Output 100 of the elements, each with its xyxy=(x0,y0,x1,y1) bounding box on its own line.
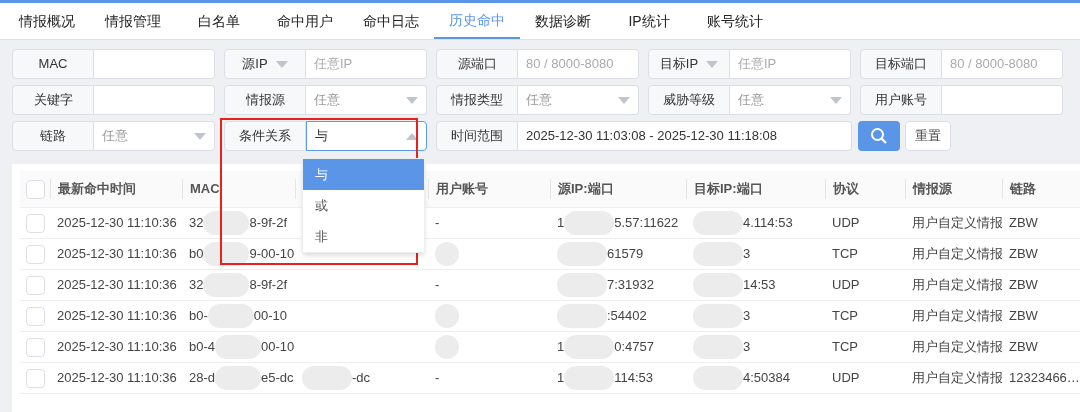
filter-label: 关键字 xyxy=(33,91,73,110)
input-field[interactable]: 80 / 8000-8080 xyxy=(942,49,1063,79)
table-cell-text: 4.114:53 xyxy=(743,214,793,233)
table-cell-text: 2025-12-30 11:10:36 xyxy=(57,214,177,233)
table-cell-text: 用户自定义情报 xyxy=(912,369,1002,388)
input-field[interactable] xyxy=(942,85,1063,115)
filter-label: 目标端口 xyxy=(875,55,927,74)
row-checkbox[interactable] xyxy=(25,244,45,264)
table-cell-text: 9-00-10 xyxy=(249,245,295,264)
table-cell-text: 5.57:11622 xyxy=(614,214,679,233)
table-cell-text: ZBW xyxy=(1009,214,1038,233)
caret-icon xyxy=(194,132,206,140)
table-cell-text: 2025-12-30 11:10:36 xyxy=(57,276,177,295)
caret-icon xyxy=(406,132,418,140)
filter-label: MAC xyxy=(38,55,68,74)
column-header: 用户账号 xyxy=(436,180,488,199)
row-checkbox[interactable] xyxy=(25,337,45,357)
input-field[interactable]: 80 / 8000-8080 xyxy=(518,49,639,79)
filter-label: 源IP xyxy=(242,55,268,74)
reset-button[interactable]: 重置 xyxy=(905,121,951,151)
table-cell-text: 61579 xyxy=(607,245,644,264)
select-field[interactable]: 与 xyxy=(306,121,427,151)
table-cell-text: 4:50384 xyxy=(743,369,790,388)
caret-icon xyxy=(706,60,719,68)
table-cell-text: 3 xyxy=(743,245,751,264)
date-range-field[interactable]: 2025-12-30 11:03:08 - 2025-12-30 11:18:08 xyxy=(518,121,852,151)
table-cell-text: ZBW xyxy=(1009,338,1038,357)
tab[interactable]: 白名单 xyxy=(176,3,262,39)
column-header: 情报源 xyxy=(913,180,952,199)
table-cell-text: b0 xyxy=(189,245,204,264)
row-checkbox[interactable] xyxy=(25,368,45,388)
table-cell-text: 用户自定义情报 xyxy=(912,338,1002,357)
table-cell-text: ZBW xyxy=(1009,307,1038,326)
table-cell-text: 1 xyxy=(557,369,565,388)
redaction-blur xyxy=(203,211,250,235)
table-cell-text: 7:31932 xyxy=(607,276,654,295)
search-icon xyxy=(870,127,888,145)
table-cell-text: 114:53 xyxy=(614,369,654,388)
select-all-checkbox[interactable] xyxy=(25,179,45,199)
tab[interactable]: 账号统计 xyxy=(692,3,778,39)
column-header: MAC xyxy=(190,180,220,199)
table-cell-text: 2025-12-30 11:10:36 xyxy=(57,307,177,326)
filter-label: 条件关系 xyxy=(239,127,291,146)
table-cell-text: - xyxy=(435,369,440,388)
table-cell-text: 用户自定义情报 xyxy=(912,276,1002,295)
row-checkbox[interactable] xyxy=(25,213,45,233)
caret-icon xyxy=(275,60,288,68)
column-header: 目标IP:端口 xyxy=(694,180,763,199)
input-field[interactable]: 任意IP xyxy=(730,49,851,79)
table-cell-text: 用户自定义情报 xyxy=(912,214,1002,233)
search-button[interactable] xyxy=(858,121,900,151)
filter-label: 目标IP xyxy=(659,55,699,74)
row-checkbox[interactable] xyxy=(25,306,45,326)
table-cell-text: UDP xyxy=(832,276,860,295)
table-cell-text: UDP xyxy=(832,369,860,388)
tab[interactable]: 命中日志 xyxy=(348,3,434,39)
filter-label: 时间范围 xyxy=(451,127,503,146)
table-cell-text: 28-d xyxy=(189,369,216,388)
tab[interactable]: 情报概况 xyxy=(4,3,90,39)
table-cell-text: 0:4757 xyxy=(614,338,654,357)
input-field[interactable] xyxy=(94,49,215,79)
table-cell-text: 3 xyxy=(743,307,751,326)
table-cell-text: 00-10 xyxy=(261,338,295,357)
tab[interactable]: 命中用户 xyxy=(262,3,348,39)
table-cell-text: 32 xyxy=(189,276,204,295)
dropdown-option[interactable]: 非 xyxy=(303,221,424,252)
table-cell-text: 12323466… xyxy=(1009,369,1080,388)
table-cell-text: 2025-12-30 11:10:36 xyxy=(57,338,177,357)
tab[interactable]: 情报管理 xyxy=(90,3,176,39)
filter-label: 威胁等级 xyxy=(663,91,715,110)
table-cell-text: 3 xyxy=(743,338,751,357)
filter-label: 源端口 xyxy=(457,55,497,74)
input-field[interactable] xyxy=(94,85,215,115)
table-cell-text: TCP xyxy=(832,245,858,264)
table-cell-text: UDP xyxy=(832,214,860,233)
filter-label: 情报类型 xyxy=(451,91,503,110)
tab[interactable]: 数据诊断 xyxy=(520,3,606,39)
table-cell-text: 32 xyxy=(189,214,204,233)
tab[interactable]: IP统计 xyxy=(606,3,692,39)
table-cell-text: 用户自定义情报 xyxy=(912,245,1002,264)
table-cell-text: - xyxy=(435,214,440,233)
table-cell-text: 00-10 xyxy=(253,307,288,326)
row-checkbox[interactable] xyxy=(25,275,45,295)
filter-label: 情报源 xyxy=(245,91,285,110)
caret-icon xyxy=(830,96,842,104)
table-cell-text: e5-dc xyxy=(261,369,294,388)
table-cell-text: 8-9f-2f xyxy=(249,214,288,233)
table-cell-text: ZBW xyxy=(1009,245,1038,264)
table-cell-text: 1 xyxy=(557,214,565,233)
column-header: 最新命中时间 xyxy=(58,180,136,199)
table-cell-text: - xyxy=(435,276,440,295)
redaction-blur xyxy=(203,242,250,266)
dropdown-option[interactable]: 或 xyxy=(303,190,424,221)
table-cell-text: 1 xyxy=(557,338,565,357)
input-field[interactable]: 任意IP xyxy=(306,49,427,79)
table-cell-text: 2025-12-30 11:10:36 xyxy=(57,245,177,264)
table-cell-text: 14:53 xyxy=(743,276,776,295)
column-header: 协议 xyxy=(833,180,859,199)
column-header: 源IP:端口 xyxy=(558,180,614,199)
table-cell-text: b0-4 xyxy=(189,338,216,357)
